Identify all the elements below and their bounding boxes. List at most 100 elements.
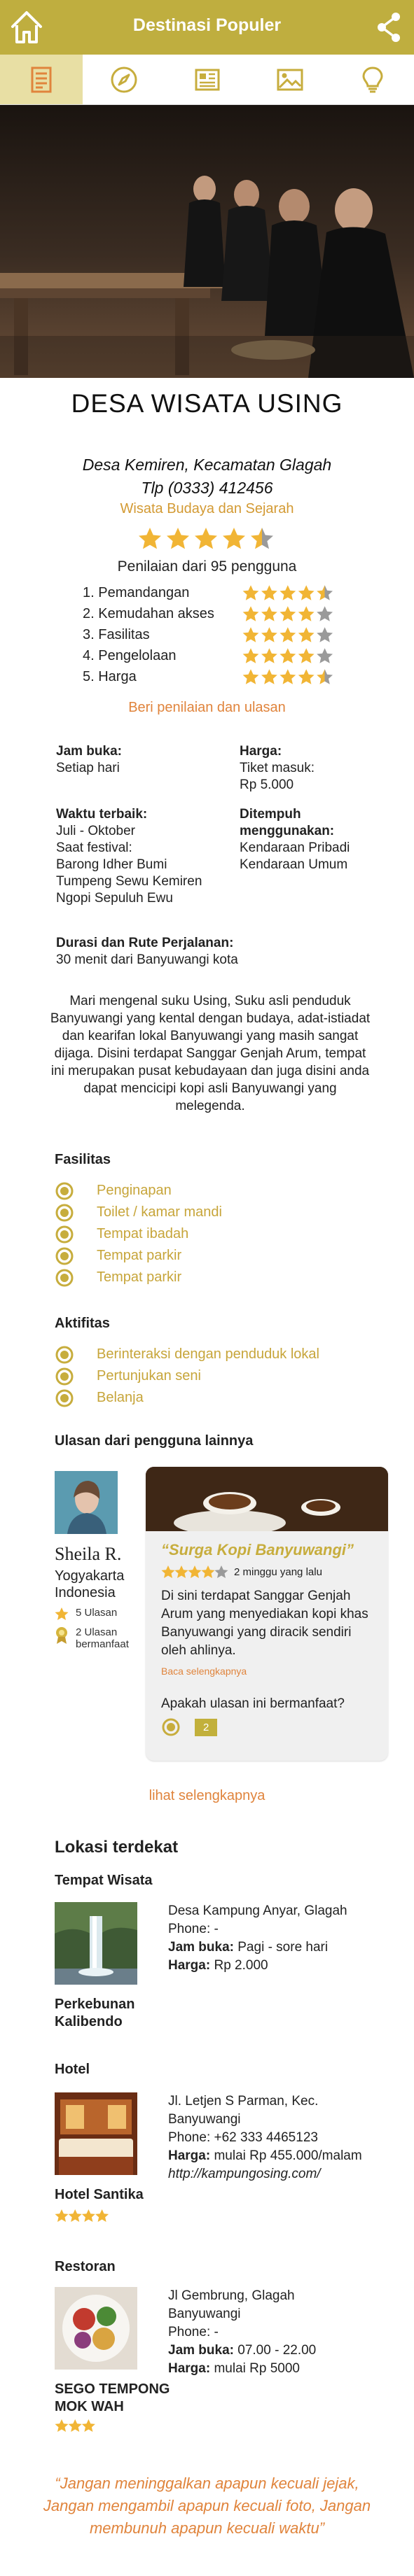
destination-address: Desa Kemiren, Kecamatan Glagah Tlp (0333… (0, 453, 414, 500)
best-time: Waktu terbaik: Juli - Oktober Saat festi… (56, 806, 231, 907)
transport-info: Ditempuh menggunakan: Kendaraan Pribadi … (240, 806, 394, 873)
read-more-link[interactable]: Baca selengkapnya (161, 1666, 388, 1677)
review-photo[interactable] (146, 1467, 388, 1535)
facility-label: Tempat parkir (97, 1248, 182, 1263)
star-icon (55, 1607, 69, 1620)
star-half-icon (251, 528, 273, 549)
star-icon (317, 627, 333, 642)
hotel-phone: Phone: +62 333 4465123 (168, 2130, 318, 2145)
star-icon (261, 585, 277, 600)
attraction-address: Desa Kampung Anyar, Glagah (168, 1903, 347, 1918)
facilities-heading: Fasilitas (55, 1152, 111, 1167)
rate-review-link[interactable]: Beri penilaian dan ulasan (0, 700, 414, 716)
restaurant-photo[interactable] (55, 2287, 137, 2370)
medal-icon (56, 1627, 67, 1644)
hotel-photo[interactable] (55, 2092, 137, 2175)
bullet-circle-icon (55, 1225, 74, 1243)
hotel-address: Banyuwangi (168, 2112, 241, 2127)
price-info: Harga: Tiket masuk: Rp 5.000 (240, 743, 394, 794)
restaurant-hours: Jam buka: 07.00 - 22.00 (168, 2342, 392, 2360)
helpful-line: bermanfaat (76, 1638, 129, 1650)
criteria-stars (242, 606, 333, 621)
attraction-name[interactable]: Perkebunan Kalibendo (55, 1996, 134, 2031)
star-icon (298, 669, 315, 684)
star-icon (223, 528, 245, 549)
criteria-stars (242, 627, 333, 642)
criteria-label: 2. Kemudahan akses (83, 605, 214, 621)
helpful-question: Apakah ulasan ini bermanfaat? (161, 1696, 345, 1711)
attraction-info: Desa Kampung Anyar, Glagah Phone: - Jam … (168, 1902, 392, 1975)
star-icon (242, 585, 259, 600)
page-title: Destinasi Populer (132, 15, 282, 35)
activities-list: Berinteraksi dengan penduduk lokal Pertu… (55, 1344, 319, 1409)
transport-line: Kendaraan Umum (240, 857, 348, 872)
location-line: Yogyakarta (55, 1568, 125, 1584)
tab-explore[interactable] (83, 55, 165, 104)
tab-tips[interactable] (331, 55, 414, 104)
price-line: Tiket masuk: (240, 761, 315, 775)
star-icon (167, 528, 189, 549)
reviewer-name[interactable]: Sheila R. (55, 1544, 121, 1565)
price-value: Rp 2.000 (210, 1958, 268, 1973)
attraction-photo[interactable] (55, 1902, 137, 1985)
star-icon (317, 585, 333, 600)
price-label: Harga: (168, 1958, 211, 1973)
hero-photo (0, 105, 414, 378)
bullet-circle-icon (55, 1389, 74, 1407)
star-icon (68, 2209, 82, 2222)
star-icon (242, 606, 259, 621)
star-icon (81, 2209, 95, 2222)
restaurant-name[interactable]: SEGO TEMPONG MOK WAH (55, 2381, 170, 2416)
vote-radio-icon[interactable] (161, 1717, 181, 1737)
top-bar: Destinasi Populer (0, 0, 414, 55)
criteria-row: 1. Pemandangan (83, 582, 335, 603)
price-value: mulai Rp 455.000/malam (210, 2148, 362, 2163)
see-more-link[interactable]: lihat selengkapnya (0, 1788, 414, 1804)
rating-count: Penilaian dari 95 pengguna (117, 558, 297, 575)
phone-line: Tlp (0333) 412456 (141, 479, 273, 497)
hotel-info: Jl. Letjen S Parman, Kec. Banyuwangi Pho… (168, 2092, 392, 2183)
price-line: Rp 5.000 (240, 777, 294, 792)
image-icon (277, 69, 303, 90)
tab-gallery[interactable] (249, 55, 331, 104)
bullet-circle-icon (55, 1346, 74, 1363)
bullet-circle-icon (55, 1182, 74, 1199)
helpful-vote-count: 2 (195, 1718, 218, 1736)
list-item: Belanja (55, 1387, 319, 1409)
star-icon (298, 648, 315, 663)
star-icon (261, 627, 277, 642)
helpful-count: 2 Ulasan bermanfaat (55, 1626, 129, 1650)
review-time: 2 minggu yang lalu (234, 1565, 322, 1578)
tab-info[interactable] (0, 55, 83, 104)
star-icon (280, 606, 296, 621)
criteria-label: 3. Fasilitas (83, 626, 150, 642)
list-item: Berinteraksi dengan penduduk lokal (55, 1344, 319, 1365)
star-icon (242, 627, 259, 642)
price-label: Harga: (168, 2361, 211, 2376)
destination-description: Mari mengenal suku Using, Suku asli pend… (50, 994, 371, 1113)
overall-rating-stars (139, 528, 273, 549)
review-body: Di sini terdapat Sanggar Genjah Arum yan… (161, 1589, 368, 1658)
compass-icon (111, 66, 137, 92)
review-card: “Surga Kopi Banyuwangi” 2 minggu yang la… (146, 1467, 388, 1761)
tab-bar (0, 55, 414, 105)
criteria-label: 1. Pemandangan (83, 584, 190, 600)
best-time-line: Saat festival: (56, 840, 132, 855)
review-title[interactable]: “Surga Kopi Banyuwangi” (161, 1541, 388, 1559)
restaurant-stars (55, 2419, 95, 2432)
criteria-stars (242, 648, 333, 663)
avatar[interactable] (55, 1471, 118, 1534)
list-item: Tempat parkir (55, 1267, 222, 1288)
attraction-hours: Jam buka: Pagi - sore hari (168, 1938, 392, 1957)
hotel-website-link[interactable]: http://kampungosing.com/ (168, 2167, 321, 2181)
share-icon[interactable] (375, 10, 403, 45)
star-icon (55, 2419, 69, 2432)
restaurant-info: Jl Gembrung, Glagah Banyuwangi Phone: - … (168, 2287, 392, 2378)
transport-label: menggunakan: (240, 824, 335, 838)
opening-hours-label: Jam buka: (56, 744, 122, 759)
hotel-name[interactable]: Hotel Santika (55, 2186, 144, 2204)
best-time-line: Tumpeng Sewu Kemiren (56, 874, 202, 889)
hours-label: Jam buka: (168, 1940, 234, 1955)
restaurant-heading: Restoran (55, 2259, 116, 2274)
tab-news[interactable] (165, 55, 248, 104)
